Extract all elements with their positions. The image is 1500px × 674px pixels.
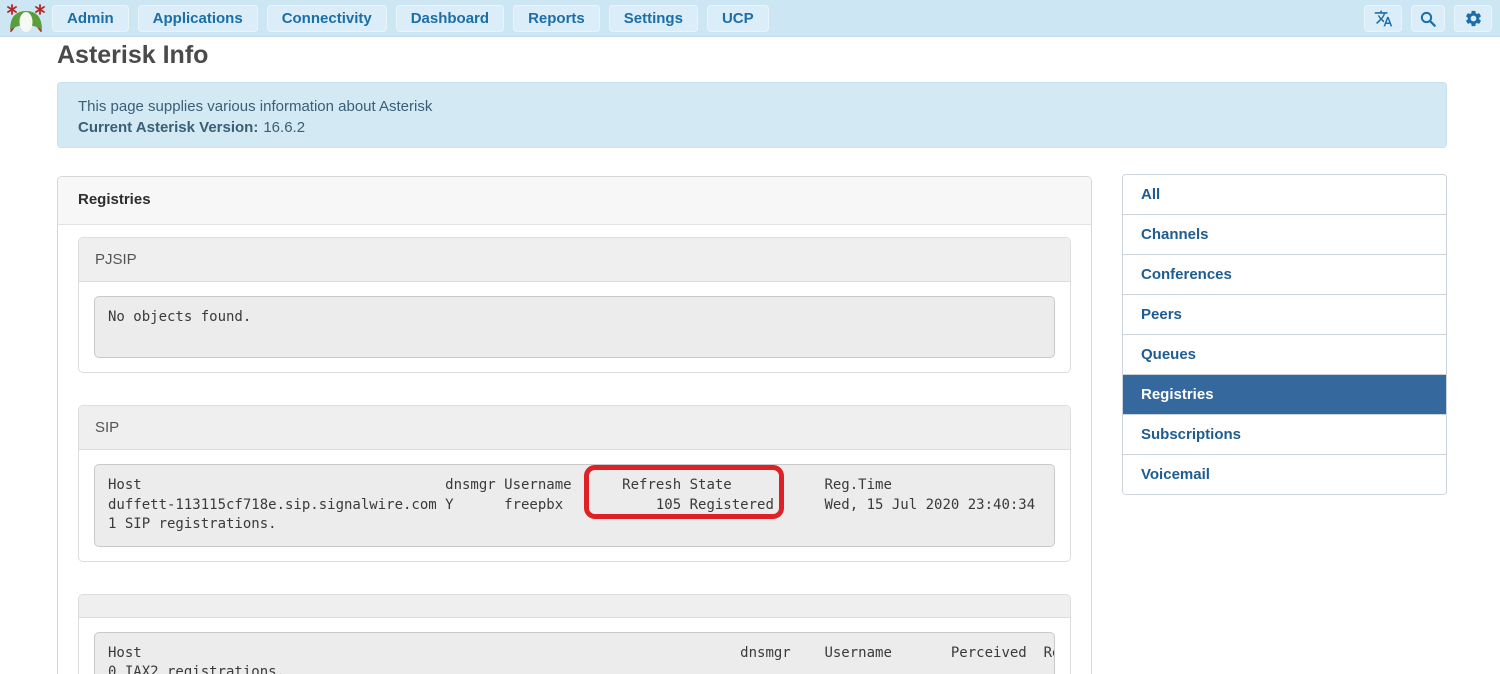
search-button[interactable] <box>1411 5 1445 32</box>
asterisk-info-page: Admin Applications Connectivity Dashboar… <box>0 0 1500 674</box>
sidebar-item-channels[interactable]: Channels <box>1123 214 1446 254</box>
sidebar-item-voicemail[interactable]: Voicemail <box>1123 454 1446 494</box>
sidebar-item-all[interactable]: All <box>1123 175 1446 214</box>
tab-dashboard[interactable]: Dashboard <box>396 5 504 32</box>
tab-admin[interactable]: Admin <box>52 5 129 32</box>
search-icon <box>1419 10 1437 28</box>
sidebar-item-peers[interactable]: Peers <box>1123 294 1446 334</box>
info-alert: This page supplies various information a… <box>57 82 1447 148</box>
registries-panel: Registries PJSIP No objects found. SIP H… <box>57 176 1092 674</box>
settings-gear-icon <box>1464 9 1483 28</box>
registries-panel-title: Registries <box>58 177 1091 225</box>
pjsip-section-body: No objects found. <box>79 282 1070 372</box>
asterisk-version-row: Current Asterisk Version: 16.6.2 <box>78 117 1426 138</box>
settings-button[interactable] <box>1454 5 1492 32</box>
registries-panel-body: PJSIP No objects found. SIP Host dnsmgr … <box>58 225 1091 674</box>
pjsip-section: PJSIP No objects found. <box>78 237 1071 373</box>
pjsip-section-header[interactable]: PJSIP <box>79 238 1070 282</box>
page-title: Asterisk Info <box>57 41 208 70</box>
sip-section: SIP Host dnsmgr Username Refresh State R… <box>78 405 1071 562</box>
top-navbar: Admin Applications Connectivity Dashboar… <box>0 0 1500 37</box>
iax2-section: Host dnsmgr Username Perceived Refresh S… <box>78 594 1071 674</box>
version-label: Current Asterisk Version: <box>78 119 258 136</box>
nav-tabs: Admin Applications Connectivity Dashboar… <box>52 5 769 32</box>
freepbx-logo[interactable] <box>0 0 52 37</box>
tab-ucp[interactable]: UCP <box>707 5 769 32</box>
tab-applications[interactable]: Applications <box>138 5 258 32</box>
frog-logo-icon <box>5 3 47 33</box>
sidebar-item-conferences[interactable]: Conferences <box>1123 254 1446 294</box>
language-icon <box>1374 9 1393 28</box>
version-value: 16.6.2 <box>263 119 305 136</box>
sip-console-output: Host dnsmgr Username Refresh State Reg.T… <box>94 464 1055 547</box>
sidebar-item-subscriptions[interactable]: Subscriptions <box>1123 414 1446 454</box>
tab-connectivity[interactable]: Connectivity <box>267 5 387 32</box>
sidebar-item-registries[interactable]: Registries <box>1123 374 1446 414</box>
iax2-console-output: Host dnsmgr Username Perceived Refresh S… <box>94 632 1055 674</box>
language-button[interactable] <box>1364 5 1402 32</box>
tab-settings[interactable]: Settings <box>609 5 698 32</box>
sip-section-header[interactable]: SIP <box>79 406 1070 450</box>
tab-reports[interactable]: Reports <box>513 5 600 32</box>
sip-section-body: Host dnsmgr Username Refresh State Reg.T… <box>79 450 1070 561</box>
info-alert-text: This page supplies various information a… <box>78 96 1426 117</box>
navbar-right-buttons <box>1364 5 1492 32</box>
iax2-section-body: Host dnsmgr Username Perceived Refresh S… <box>79 618 1070 674</box>
iax2-section-header[interactable] <box>79 595 1070 618</box>
info-type-list: All Channels Conferences Peers Queues Re… <box>1122 174 1447 495</box>
sidebar-item-queues[interactable]: Queues <box>1123 334 1446 374</box>
pjsip-console-output: No objects found. <box>94 296 1055 358</box>
